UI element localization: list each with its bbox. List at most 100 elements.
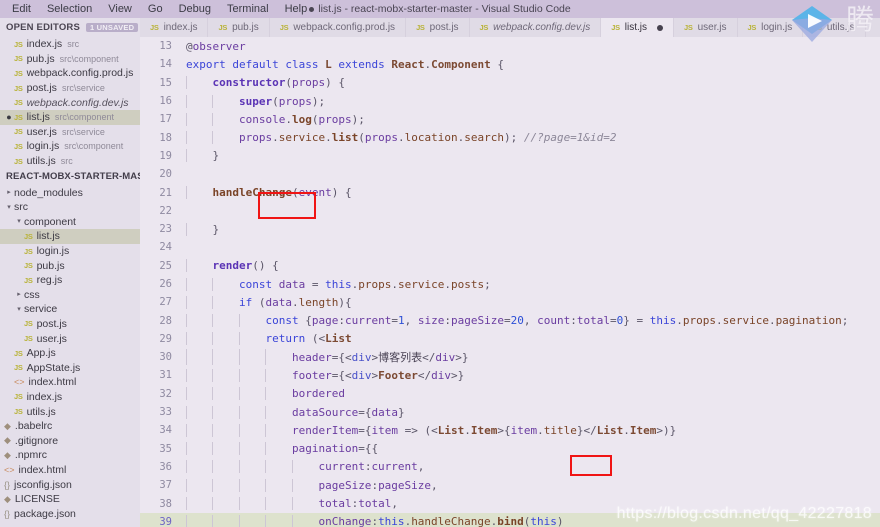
- code-line[interactable]: 20: [140, 165, 880, 183]
- open-editor-item[interactable]: JS webpack.config.prod.js: [0, 66, 140, 81]
- tree-file-label: login.js: [36, 245, 70, 258]
- open-editor-item[interactable]: JS index.js src: [0, 37, 140, 52]
- code-editor[interactable]: 13 @observer 14 export default class L exte…: [140, 37, 880, 527]
- code-line[interactable]: 39 onChange:this.handleChange.bind(this): [140, 512, 880, 527]
- menu-item-help[interactable]: Help: [277, 0, 316, 18]
- code-line[interactable]: 31 footer={<div>Footer</div>}: [140, 366, 880, 384]
- menu-item-edit[interactable]: Edit: [4, 0, 39, 18]
- tree-file-item[interactable]: <> index.html: [0, 375, 140, 390]
- code-line[interactable]: 32 bordered: [140, 385, 880, 403]
- editor-tab[interactable]: JS post.js: [406, 18, 470, 37]
- tree-file-item[interactable]: JS utils.js: [0, 404, 140, 419]
- menu-item-go[interactable]: Go: [140, 0, 171, 18]
- code-line[interactable]: 30 header={<div>博客列表</div>}: [140, 348, 880, 366]
- open-editor-item[interactable]: JS webpack.config.dev.js: [0, 95, 140, 110]
- tree-file-item[interactable]: ◆ LICENSE: [0, 492, 140, 507]
- code-line[interactable]: 38 total:total,: [140, 494, 880, 512]
- code-line[interactable]: 18 props.service.list(props.location.sea…: [140, 128, 880, 146]
- tree-folder-item[interactable]: ▾ src: [0, 200, 140, 215]
- code-line[interactable]: 16 super(props);: [140, 92, 880, 110]
- editor-tab[interactable]: JS utils.js: [803, 18, 866, 37]
- indent-guide: [265, 497, 267, 511]
- tree-file-item[interactable]: {} package.json: [0, 506, 140, 521]
- chevron-right-icon[interactable]: ▸: [4, 189, 14, 196]
- tree-folder-item[interactable]: ▸ css: [0, 288, 140, 303]
- code-line[interactable]: 27 if (data.length){: [140, 293, 880, 311]
- open-editor-item[interactable]: JS utils.js src: [0, 154, 140, 169]
- tree-file-item[interactable]: JS post.js: [0, 317, 140, 332]
- open-editors-title: OPEN EDITORS: [6, 22, 81, 33]
- editor-tab[interactable]: JS login.js: [737, 18, 804, 37]
- indent-guide: [265, 423, 267, 437]
- code-line[interactable]: 36 current:current,: [140, 458, 880, 476]
- indent-guide: [265, 349, 267, 366]
- tree-file-item[interactable]: JS user.js: [0, 331, 140, 346]
- indent-guide: [212, 131, 214, 145]
- code-line[interactable]: 14 export default class L extends React.C…: [140, 55, 880, 73]
- code-line[interactable]: 35 pagination={{: [140, 440, 880, 458]
- menu-item-debug[interactable]: Debug: [171, 0, 219, 18]
- code-line[interactable]: 19 }: [140, 147, 880, 165]
- tree-file-item[interactable]: JS App.js: [0, 346, 140, 361]
- tab-unsaved-dot-icon[interactable]: [657, 24, 664, 31]
- chevron-down-icon[interactable]: ▾: [4, 204, 14, 211]
- code-line[interactable]: 26 const data = this.props.service.posts…: [140, 275, 880, 293]
- tree-file-item[interactable]: ◆ .npmrc: [0, 448, 140, 463]
- open-editor-item[interactable]: JS pub.js src\component: [0, 52, 140, 67]
- js-file-icon: JS: [416, 23, 425, 32]
- code-line[interactable]: 24: [140, 238, 880, 256]
- tree-file-item[interactable]: JS AppState.js: [0, 360, 140, 375]
- open-editor-filepath: src: [67, 39, 80, 50]
- editor-tab[interactable]: JS user.js: [674, 18, 738, 37]
- menu-item-terminal[interactable]: Terminal: [219, 0, 277, 18]
- project-root-header[interactable]: REACT-MOBX-STARTER-MASTER: [0, 168, 140, 185]
- open-editor-item[interactable]: ● JS list.js src\component: [0, 109, 140, 125]
- code-line[interactable]: 25 render() {: [140, 257, 880, 275]
- tree-file-item[interactable]: JS login.js: [0, 244, 140, 259]
- code-line[interactable]: 37 pageSize:pageSize,: [140, 476, 880, 494]
- js-file-icon: JS: [611, 23, 620, 32]
- code-line-text: handleChange(event) {: [184, 186, 880, 200]
- chevron-down-icon[interactable]: ▾: [14, 306, 24, 313]
- editor-tab[interactable]: JS webpack.config.dev.js: [469, 18, 602, 37]
- indent-guide: [186, 349, 187, 366]
- editor-tab-label: login.js: [761, 22, 793, 33]
- tree-file-item[interactable]: JS list.js: [0, 229, 140, 244]
- indent-guide: [265, 387, 267, 401]
- indent-guide: [186, 423, 187, 437]
- code-line[interactable]: 28 const {page:current=1, size:pageSize=…: [140, 311, 880, 329]
- editor-tab[interactable]: JS pub.js: [208, 18, 270, 37]
- menu-item-view[interactable]: View: [100, 0, 140, 18]
- tree-file-item[interactable]: {} jsconfig.json: [0, 477, 140, 492]
- open-editor-item[interactable]: JS login.js src\component: [0, 139, 140, 154]
- tree-folder-item[interactable]: ▾ component: [0, 215, 140, 230]
- tree-folder-item[interactable]: ▾ service: [0, 302, 140, 317]
- tree-file-item[interactable]: JS reg.js: [0, 273, 140, 288]
- code-line[interactable]: 13 @observer: [140, 37, 880, 55]
- editor-tab[interactable]: JS index.js: [140, 18, 209, 37]
- editor-tab[interactable]: JS webpack.config.prod.js: [269, 18, 407, 37]
- code-line[interactable]: 29 return (<List: [140, 330, 880, 348]
- tree-file-item[interactable]: JS pub.js: [0, 258, 140, 273]
- chevron-down-icon[interactable]: ▾: [14, 218, 24, 225]
- open-editors-header[interactable]: OPEN EDITORS 1 UNSAVED: [0, 18, 140, 37]
- code-line[interactable]: 23 }: [140, 220, 880, 238]
- code-line[interactable]: 22: [140, 202, 880, 220]
- code-line[interactable]: 21 handleChange(event) {: [140, 183, 880, 201]
- open-editor-item[interactable]: JS post.js src\service: [0, 81, 140, 96]
- code-line[interactable]: 17 console.log(props);: [140, 110, 880, 128]
- tree-file-item[interactable]: <> index.html: [0, 463, 140, 478]
- code-line[interactable]: 33 dataSource={data}: [140, 403, 880, 421]
- code-line[interactable]: 15 constructor(props) {: [140, 74, 880, 92]
- tree-file-item[interactable]: JS index.js: [0, 390, 140, 405]
- code-line[interactable]: 34 renderItem={item => (<List.Item>{item…: [140, 421, 880, 439]
- indent-guide: [186, 332, 187, 346]
- indent-guide: [238, 460, 240, 474]
- editor-tab[interactable]: JS list.js: [601, 18, 675, 37]
- tree-file-item[interactable]: ◆ .gitignore: [0, 433, 140, 448]
- open-editor-item[interactable]: JS user.js src\service: [0, 125, 140, 140]
- chevron-right-icon[interactable]: ▸: [14, 291, 24, 298]
- tree-folder-item[interactable]: ▸ node_modules: [0, 185, 140, 200]
- tree-file-item[interactable]: ◆ .babelrc: [0, 419, 140, 434]
- menu-item-selection[interactable]: Selection: [39, 0, 100, 18]
